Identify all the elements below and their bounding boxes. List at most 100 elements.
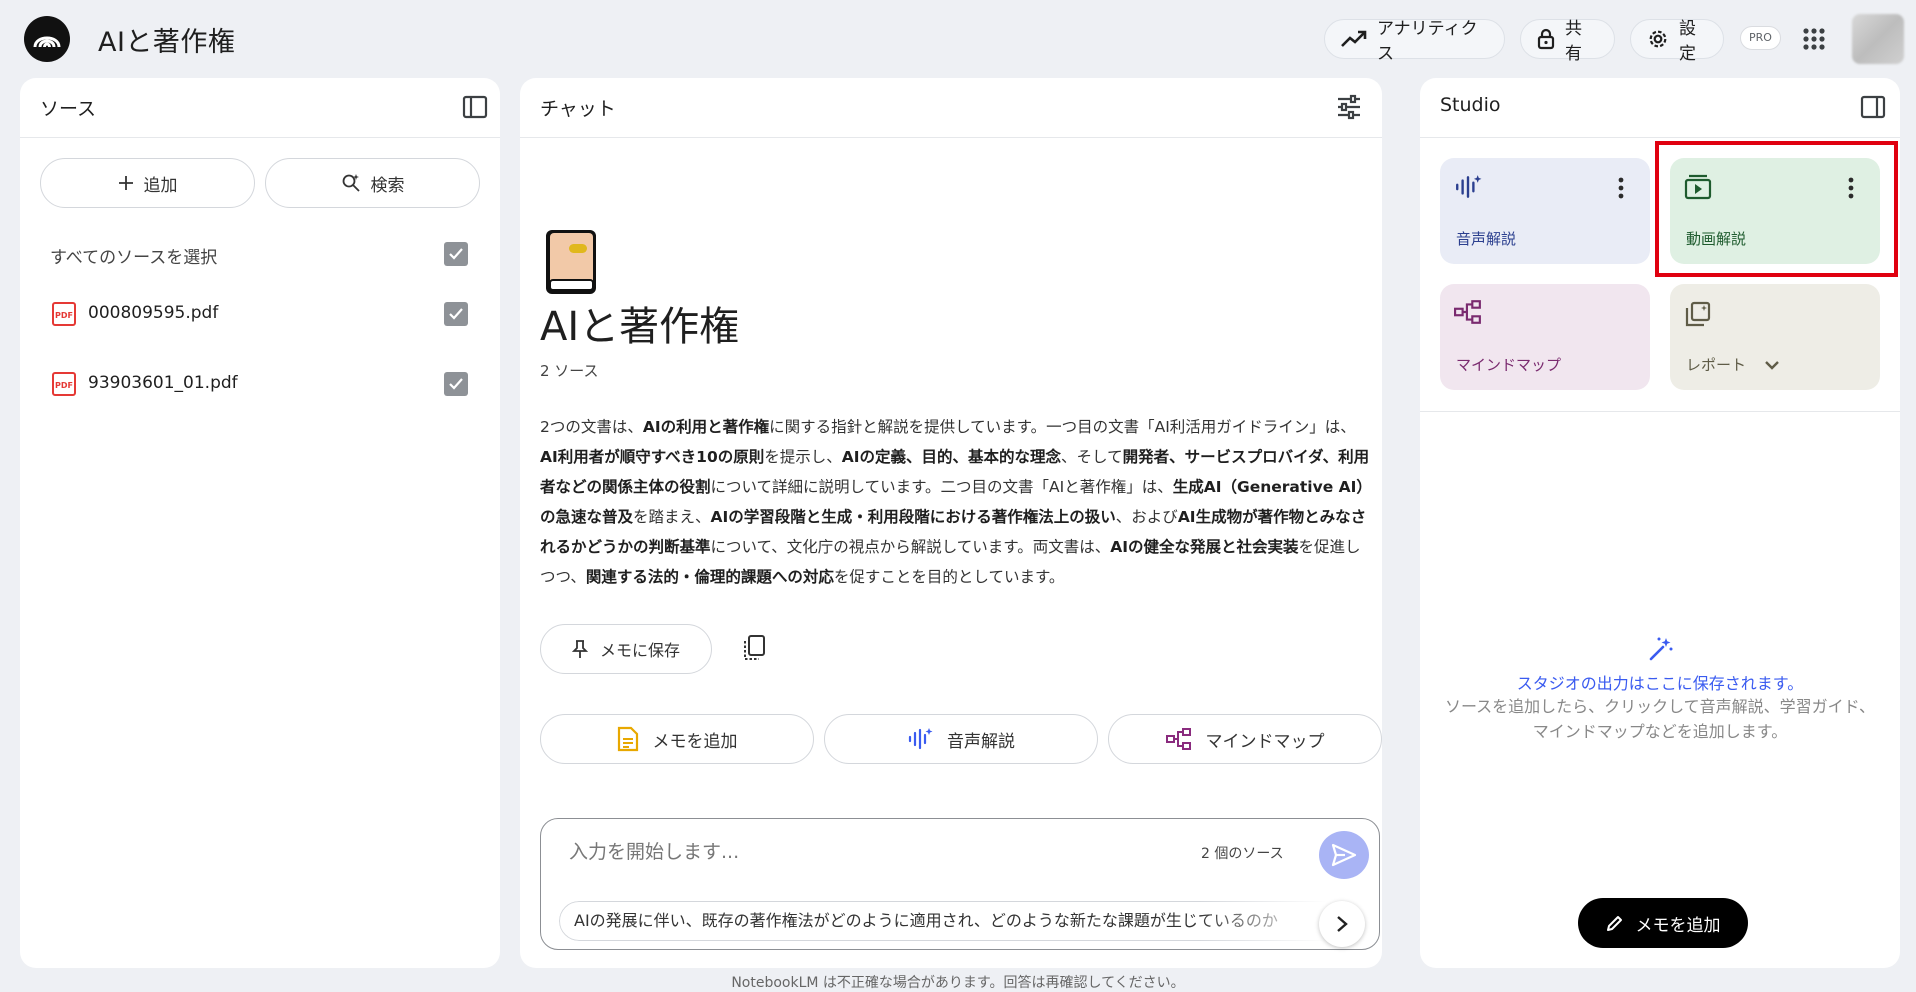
add-note-button[interactable]: メモを追加 [1578, 898, 1748, 948]
add-source-button[interactable]: 追加 [40, 158, 255, 208]
suggested-question[interactable]: AIの発展に伴い、既存の著作権法がどのように適用され、どのような新たな課題が生じ… [559, 901, 1359, 941]
tune-settings-icon[interactable] [1336, 94, 1362, 120]
add-note-action-button[interactable]: メモを追加 [540, 714, 814, 764]
svg-text:PDF: PDF [55, 381, 73, 390]
source-item[interactable]: PDF 93903601_01.pdf [20, 364, 500, 404]
select-all-row[interactable]: すべてのソースを選択 [20, 234, 500, 274]
notebook-heading: AIと著作権 [540, 304, 740, 350]
mind-map-tile-label: マインドマップ [1456, 356, 1562, 374]
summary-text: について詳細に説明しています。二つ目の文書「AIと著作権」は、 [710, 478, 1173, 496]
avatar[interactable] [1852, 14, 1904, 64]
source-count: 2 ソース [540, 362, 599, 380]
audio-wave-icon [908, 728, 933, 750]
pro-badge: PRO [1740, 26, 1781, 50]
video-overview-tile[interactable]: 動画解説 [1670, 158, 1880, 264]
analytics-label: アナリティクス [1377, 19, 1478, 64]
pin-icon [571, 640, 588, 658]
mind-map-icon [1165, 728, 1191, 750]
summary-text: について、文化庁の視点から解説しています。両文書は、 [710, 538, 1111, 556]
sources-title: ソース [40, 98, 97, 120]
plus-icon [118, 176, 133, 190]
more-vert-icon[interactable] [1616, 176, 1626, 200]
summary-emphasis: 関連する法的・倫理的課題への対応 [585, 568, 834, 586]
report-tile[interactable]: レポート [1670, 284, 1880, 390]
gear-icon [1649, 30, 1667, 48]
audio-overview-tile-label: 音声解説 [1456, 230, 1517, 248]
chat-input-field[interactable]: 入力を開始します... [569, 837, 739, 864]
source-item-checkbox[interactable] [444, 372, 468, 396]
pdf-icon: PDF [52, 302, 76, 326]
notebooklm-logo-icon[interactable] [24, 16, 70, 62]
settings-button[interactable]: 設定 [1630, 19, 1724, 64]
summary-text: 、そして [1061, 448, 1123, 466]
add-source-label: 追加 [143, 175, 178, 196]
add-note-action-label: メモを追加 [652, 731, 738, 752]
summary-text: 、および [1115, 508, 1178, 526]
share-button[interactable]: 共有 [1520, 19, 1615, 64]
select-all-checkbox[interactable] [444, 242, 468, 266]
more-vert-icon[interactable] [1846, 176, 1856, 200]
mind-map-icon [1454, 300, 1481, 324]
trending-up-icon [1341, 30, 1367, 47]
summary-text: を促すことを目的としています。 [833, 568, 1065, 586]
collapse-panel-icon[interactable] [462, 94, 488, 120]
studio-empty-title: スタジオの出力はここに保存されます。 [1516, 674, 1804, 693]
studio-divider [1420, 411, 1900, 412]
check-icon [449, 378, 463, 390]
search-sparkle-icon [342, 174, 360, 192]
analytics-button[interactable]: アナリティクス [1324, 19, 1505, 64]
notebook-summary: 2つの文書は、AIの利用と著作権に関する指針と解説を提供しています。一つ目の文書… [540, 412, 1370, 592]
studio-panel-header: Studio [1420, 78, 1900, 138]
chevron-right-icon [1337, 916, 1348, 932]
video-slides-icon [1684, 174, 1712, 200]
audio-wave-icon [1456, 175, 1482, 198]
add-note-label: メモを追加 [1635, 915, 1721, 936]
mind-map-action-label: マインドマップ [1205, 731, 1325, 752]
audio-overview-tile[interactable]: 音声解説 [1440, 158, 1650, 264]
select-all-label: すべてのソースを選択 [50, 248, 218, 268]
settings-label: 設定 [1679, 19, 1696, 64]
chat-panel: チャット AIと著作権 2 ソース 2つの文書は、AIの利用と著作権に関する指針… [520, 78, 1382, 968]
save-to-note-label: メモに保存 [599, 641, 680, 660]
studio-panel: Studio 音声解説 動画解説 マインドマップ レポート スタジオの出力はここ… [1420, 78, 1900, 968]
pdf-icon: PDF [52, 372, 76, 396]
source-item-name: 000809595.pdf [88, 303, 219, 323]
apps-grid-icon[interactable] [1801, 26, 1827, 52]
studio-empty-description: ソースを追加したら、クリックして音声解説、学習ガイド、マインドマップなどを追加し… [1444, 697, 1876, 741]
footer-disclaimer: NotebookLM は不正確な場合があります。回答は再確認してください。 [731, 975, 1185, 991]
source-item[interactable]: PDF 000809595.pdf [20, 294, 500, 334]
chat-input-box[interactable]: 入力を開始します... 2 個のソース AIの発展に伴い、既存の著作権法がどのよ… [540, 818, 1380, 950]
audio-overview-action-label: 音声解説 [947, 731, 1015, 752]
copy-icon[interactable] [742, 634, 768, 662]
pencil-icon [1606, 916, 1622, 931]
mind-map-action-button[interactable]: マインドマップ [1108, 714, 1382, 764]
chat-title: チャット [540, 98, 616, 120]
sources-panel: ソース 追加 検索 すべてのソースを選択 PDF 000809595.pdf P… [20, 78, 500, 968]
summary-emphasis: AIの学習段階と生成・利用段階における著作権法上の扱い [710, 508, 1116, 526]
source-item-checkbox[interactable] [444, 302, 468, 326]
chevron-down-icon[interactable] [1764, 359, 1780, 371]
app-header: AIと著作権 アナリティクス 共有 設定 PRO [0, 0, 1916, 78]
summary-emphasis: AIの利用と著作権 [642, 418, 770, 436]
next-suggestion-button[interactable] [1319, 901, 1365, 947]
mind-map-tile[interactable]: マインドマップ [1440, 284, 1650, 390]
report-icon [1685, 301, 1711, 327]
notebook-emoji-icon [546, 230, 596, 294]
search-source-button[interactable]: 検索 [265, 158, 480, 208]
summary-text: を踏まえ、 [633, 508, 711, 526]
collapse-panel-icon[interactable] [1860, 94, 1886, 120]
svg-text:PDF: PDF [55, 311, 73, 320]
note-icon [617, 726, 638, 752]
summary-text: 2つの文書は、 [540, 418, 643, 436]
summary-text: に関する指針と解説を提供しています。一つ目の文書「AI利活用ガイドライン」は、 [769, 418, 1356, 436]
studio-title: Studio [1440, 94, 1501, 116]
save-to-note-button[interactable]: メモに保存 [540, 624, 712, 674]
input-source-count: 2 個のソース [1201, 846, 1284, 862]
send-button[interactable] [1319, 831, 1369, 879]
audio-overview-action-button[interactable]: 音声解説 [824, 714, 1098, 764]
notebook-title[interactable]: AIと著作権 [98, 20, 235, 59]
send-icon [1331, 843, 1357, 867]
sources-panel-header: ソース [20, 78, 500, 138]
source-item-name: 93903601_01.pdf [88, 373, 238, 393]
search-source-label: 検索 [370, 175, 405, 196]
